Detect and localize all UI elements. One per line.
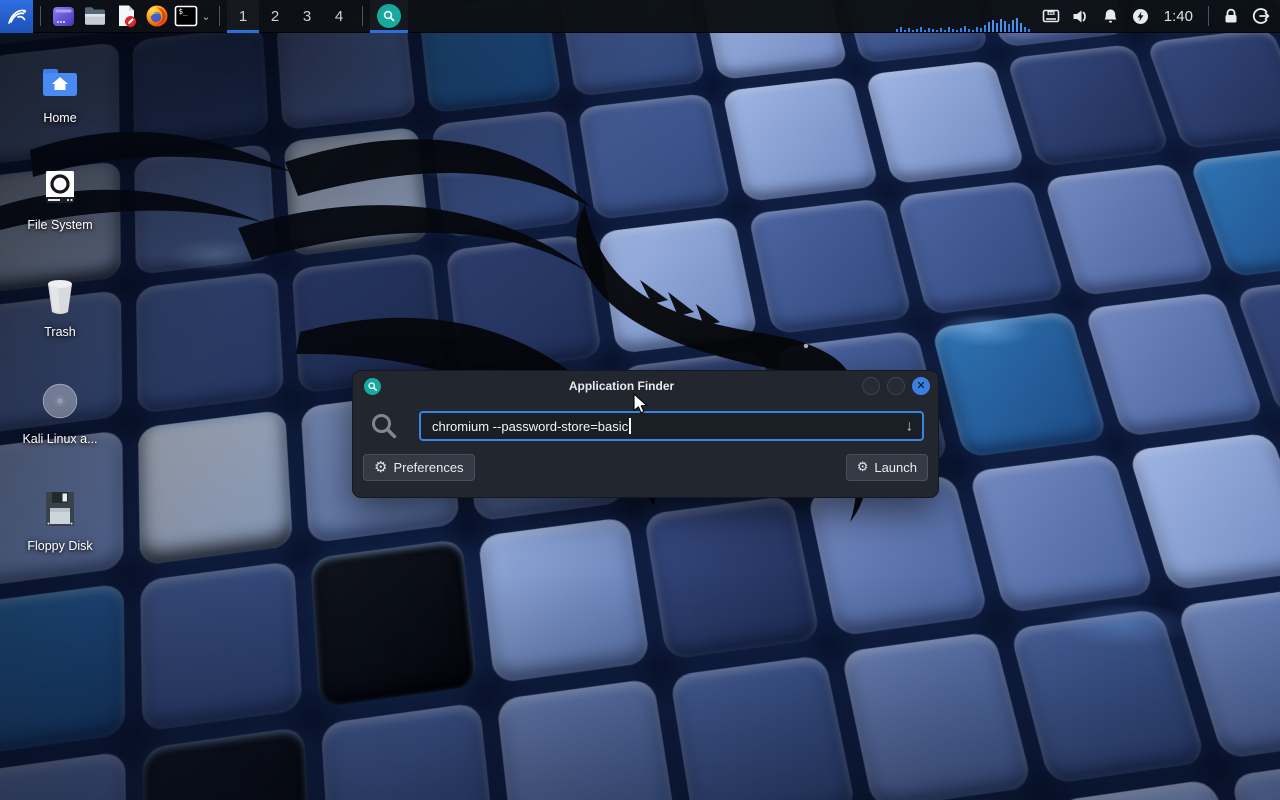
logout-icon[interactable] (1246, 0, 1276, 33)
command-input-value: chromium --password-store=basic (432, 419, 628, 434)
top-panel: $_ ⌄ 1 2 3 4 (0, 0, 1280, 33)
panel-separator (362, 6, 363, 26)
kali-menu-button[interactable] (0, 0, 33, 33)
floppy-disk-icon (18, 486, 102, 532)
gear-icon: ⚙ (374, 460, 387, 475)
volume-tray-icon[interactable] (1066, 0, 1096, 33)
workspace-label: 2 (271, 8, 279, 25)
file-manager-icon (82, 3, 108, 29)
search-icon (369, 411, 399, 441)
workspace-3-button[interactable]: 3 (291, 0, 323, 33)
trash-can-icon (18, 272, 102, 318)
desktop-icon-trash[interactable]: Trash (18, 272, 102, 339)
cd-disc-icon (18, 379, 102, 425)
command-input[interactable]: chromium --password-store=basic ↓ (419, 411, 924, 441)
qterminal-icon (51, 4, 76, 29)
text-editor-icon (113, 3, 139, 29)
desktop-icon-home[interactable]: Home (18, 58, 102, 125)
launch-button[interactable]: ⚙ Launch (846, 454, 928, 481)
workspace-2-button[interactable]: 2 (259, 0, 291, 33)
mouse-cursor (633, 393, 650, 416)
taskbar-application-finder[interactable] (370, 0, 408, 33)
desktop-icon-file-system[interactable]: File System (18, 165, 102, 232)
hard-drive-icon (18, 165, 102, 211)
lock-screen-icon[interactable] (1216, 0, 1246, 33)
workspace-label: 3 (303, 8, 311, 25)
firefox-icon (144, 3, 170, 29)
kali-logo-icon (5, 4, 29, 28)
launch-label: Launch (874, 460, 917, 475)
panel-clock[interactable]: 1:40 (1156, 8, 1201, 25)
workspace-label: 4 (335, 8, 343, 25)
launcher-firefox[interactable] (141, 0, 172, 33)
desktop-icon-label: Floppy Disk (18, 539, 102, 553)
desktop-icon-label: File System (18, 218, 102, 232)
desktop-icon-label: Kali Linux a... (18, 432, 102, 446)
close-button[interactable]: ✕ (912, 377, 930, 395)
text-caret (629, 418, 631, 434)
desktop-icon-label: Home (18, 111, 102, 125)
terminal-icon: $_ (173, 3, 199, 29)
preferences-label: Preferences (393, 460, 463, 475)
home-folder-icon (18, 58, 102, 104)
maximize-button[interactable] (887, 377, 905, 395)
workspace-label: 1 (239, 8, 247, 25)
preferences-button[interactable]: ⚙ Preferences (363, 454, 475, 481)
desktop-icon-label: Trash (18, 325, 102, 339)
launcher-text-editor[interactable] (110, 0, 141, 33)
power-manager-icon[interactable] (1126, 0, 1156, 33)
workspace-4-button[interactable]: 4 (323, 0, 355, 33)
launcher-qterminal[interactable] (48, 0, 79, 33)
notification-bell-icon[interactable] (1096, 0, 1126, 33)
app-finder-icon (377, 4, 401, 28)
launcher-file-manager[interactable] (79, 0, 110, 33)
desktop-icon-kali-cd[interactable]: Kali Linux a... (18, 379, 102, 446)
workspace-1-button[interactable]: 1 (227, 0, 259, 33)
network-monitor-graph[interactable] (896, 17, 1036, 32)
panel-separator (40, 6, 41, 26)
minimize-button[interactable] (862, 377, 880, 395)
panel-separator (1208, 6, 1209, 26)
app-finder-window-icon (364, 378, 381, 395)
application-finder-window: Application Finder ✕ chromium --password… (352, 370, 939, 498)
dropdown-arrow-icon[interactable]: ↓ (906, 418, 914, 435)
dialog-title: Application Finder (381, 379, 862, 393)
chevron-down-icon[interactable]: ⌄ (201, 10, 210, 23)
svg-text:$_: $_ (179, 7, 189, 16)
network-tray-icon[interactable] (1036, 0, 1066, 33)
launcher-terminal[interactable]: $_ ⌄ (172, 0, 212, 33)
launch-gear-icon: ⚙ (857, 461, 869, 474)
desktop-icon-floppy[interactable]: Floppy Disk (18, 486, 102, 553)
panel-separator (219, 6, 220, 26)
